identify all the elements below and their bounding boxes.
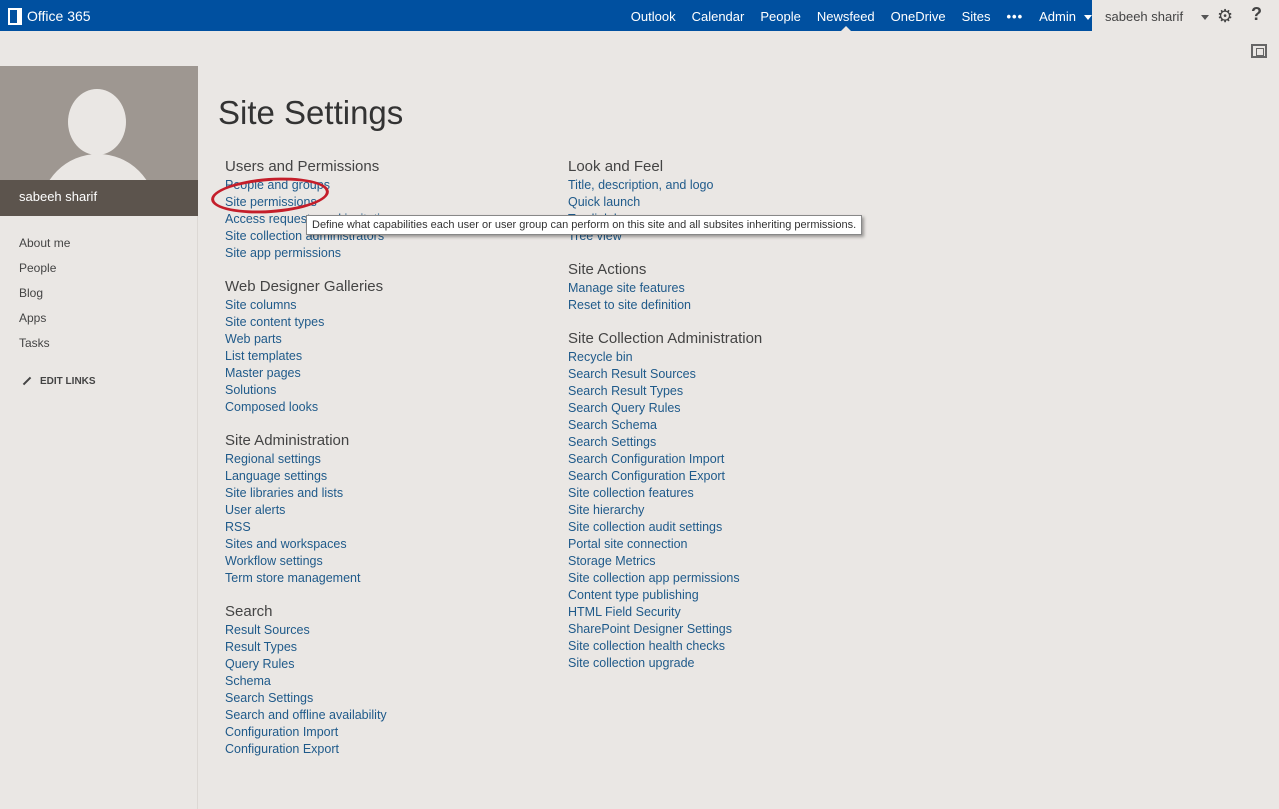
profile-card[interactable]: sabeeh sharif [0, 66, 198, 216]
sidebar-item-people[interactable]: People [19, 261, 56, 275]
link-site-content-types[interactable]: Site content types [225, 314, 555, 331]
link-schema[interactable]: Schema [225, 673, 555, 690]
avatar-head [68, 89, 126, 155]
link-site-collection-features[interactable]: Site collection features [568, 485, 898, 502]
nav-outlook[interactable]: Outlook [631, 0, 676, 31]
gear-icon[interactable]: ⚙ [1217, 6, 1233, 27]
link-site-hierarchy[interactable]: Site hierarchy [568, 502, 898, 519]
admin-menu[interactable]: Admin [1039, 0, 1092, 31]
settings-section-search: Search Result Sources Result Types Query Ru… [225, 603, 555, 758]
settings-section-site-actions: Site Actions Manage site features Reset to… [568, 261, 898, 314]
link-term-store-management[interactable]: Term store management [225, 570, 555, 587]
user-pane: sabeeh sharif ⚙ ? [1092, 0, 1279, 31]
link-search-configuration-export[interactable]: Search Configuration Export [568, 468, 898, 485]
link-master-pages[interactable]: Master pages [225, 365, 555, 382]
link-sharepoint-designer-settings[interactable]: SharePoint Designer Settings [568, 621, 898, 638]
link-site-collection-health-checks[interactable]: Site collection health checks [568, 638, 898, 655]
link-user-alerts[interactable]: User alerts [225, 502, 555, 519]
link-workflow-settings[interactable]: Workflow settings [225, 553, 555, 570]
settings-section-web-designer-galleries: Web Designer Galleries Site columns Site c… [225, 278, 555, 416]
profile-name: sabeeh sharif [0, 180, 198, 216]
link-rss[interactable]: RSS [225, 519, 555, 536]
link-recycle-bin[interactable]: Recycle bin [568, 349, 898, 366]
section-title: Site Actions [568, 261, 647, 278]
main-content: Site Settings Users and Permissions Peopl… [199, 66, 1279, 809]
office-icon [8, 7, 22, 25]
nav-sites[interactable]: Sites [962, 0, 991, 31]
nav-newsfeed[interactable]: Newsfeed [817, 0, 875, 31]
suite-bar: Office 365 Outlook Calendar People Newsf… [0, 0, 1279, 31]
suite-nav: Outlook Calendar People Newsfeed OneDriv… [615, 0, 1092, 31]
tooltip: Define what capabilities each user or us… [306, 215, 863, 235]
focus-on-content-icon[interactable] [1251, 44, 1267, 58]
settings-section-site-collection-administration: Site Collection Administration Recycle bi… [568, 330, 898, 672]
section-title: Web Designer Galleries [225, 278, 384, 295]
link-site-libraries-and-lists[interactable]: Site libraries and lists [225, 485, 555, 502]
link-search-and-offline-availability[interactable]: Search and offline availability [225, 707, 555, 724]
admin-label: Admin [1039, 9, 1076, 24]
link-sites-and-workspaces[interactable]: Sites and workspaces [225, 536, 555, 553]
settings-section-site-administration: Site Administration Regional settings Lang… [225, 432, 555, 587]
sidebar-item-apps[interactable]: Apps [19, 311, 46, 325]
link-query-rules[interactable]: Query Rules [225, 656, 555, 673]
sidebar-item-tasks[interactable]: Tasks [19, 336, 50, 350]
section-title: Users and Permissions [225, 158, 380, 175]
chevron-down-icon[interactable] [1201, 15, 1209, 20]
link-solutions[interactable]: Solutions [225, 382, 555, 399]
chevron-down-icon [1084, 15, 1092, 21]
link-portal-site-connection[interactable]: Portal site connection [568, 536, 898, 553]
link-language-settings[interactable]: Language settings [225, 468, 555, 485]
nav-onedrive[interactable]: OneDrive [891, 0, 946, 31]
sidebar-item-blog[interactable]: Blog [19, 286, 43, 300]
help-icon[interactable]: ? [1251, 4, 1262, 25]
link-configuration-import[interactable]: Configuration Import [225, 724, 555, 741]
link-regional-settings[interactable]: Regional settings [225, 451, 555, 468]
link-html-field-security[interactable]: HTML Field Security [568, 604, 898, 621]
office365-logo[interactable]: Office 365 [8, 6, 91, 26]
section-title: Look and Feel [568, 158, 664, 175]
link-result-types[interactable]: Result Types [225, 639, 555, 656]
link-search-query-rules[interactable]: Search Query Rules [568, 400, 898, 417]
link-search-result-types[interactable]: Search Result Types [568, 383, 898, 400]
link-search-configuration-import[interactable]: Search Configuration Import [568, 451, 898, 468]
settings-column-left: Users and Permissions People and groups Si… [225, 158, 555, 774]
edit-links-button[interactable]: EDIT LINKS [22, 376, 96, 387]
link-site-collection-audit-settings[interactable]: Site collection audit settings [568, 519, 898, 536]
link-title-description-and-logo[interactable]: Title, description, and logo [568, 177, 898, 194]
link-manage-site-features[interactable]: Manage site features [568, 280, 898, 297]
pencil-icon [22, 377, 32, 386]
link-site-collection-upgrade[interactable]: Site collection upgrade [568, 655, 898, 672]
link-storage-metrics[interactable]: Storage Metrics [568, 553, 898, 570]
link-search-schema[interactable]: Search Schema [568, 417, 898, 434]
section-title: Search [225, 603, 273, 620]
settings-column-right: Look and Feel Title, description, and log… [568, 158, 898, 688]
sidebar-item-about-me[interactable]: About me [19, 236, 70, 250]
link-search-result-sources[interactable]: Search Result Sources [568, 366, 898, 383]
brand-name: Office 365 [27, 8, 91, 24]
edit-links-label: EDIT LINKS [40, 376, 96, 387]
link-web-parts[interactable]: Web parts [225, 331, 555, 348]
page-title: Site Settings [218, 94, 404, 131]
link-result-sources[interactable]: Result Sources [225, 622, 555, 639]
link-search-settings[interactable]: Search Settings [225, 690, 555, 707]
link-composed-looks[interactable]: Composed looks [225, 399, 555, 416]
link-list-templates[interactable]: List templates [225, 348, 555, 365]
section-title: Site Collection Administration [568, 330, 763, 347]
link-configuration-export[interactable]: Configuration Export [225, 741, 555, 758]
section-title: Site Administration [225, 432, 350, 449]
nav-people[interactable]: People [760, 0, 800, 31]
sidebar: sabeeh sharif About me People Blog Apps … [0, 66, 198, 809]
more-apps-button[interactable]: ••• [1006, 0, 1023, 31]
link-quick-launch[interactable]: Quick launch [568, 194, 898, 211]
link-content-type-publishing[interactable]: Content type publishing [568, 587, 898, 604]
link-site-app-permissions[interactable]: Site app permissions [225, 245, 555, 262]
link-site-collection-app-permissions[interactable]: Site collection app permissions [568, 570, 898, 587]
ribbon-bar [0, 31, 1279, 66]
link-site-columns[interactable]: Site columns [225, 297, 555, 314]
link-reset-to-site-definition[interactable]: Reset to site definition [568, 297, 898, 314]
link-search-settings[interactable]: Search Settings [568, 434, 898, 451]
user-menu[interactable]: sabeeh sharif [1105, 0, 1183, 33]
nav-calendar[interactable]: Calendar [692, 0, 745, 31]
